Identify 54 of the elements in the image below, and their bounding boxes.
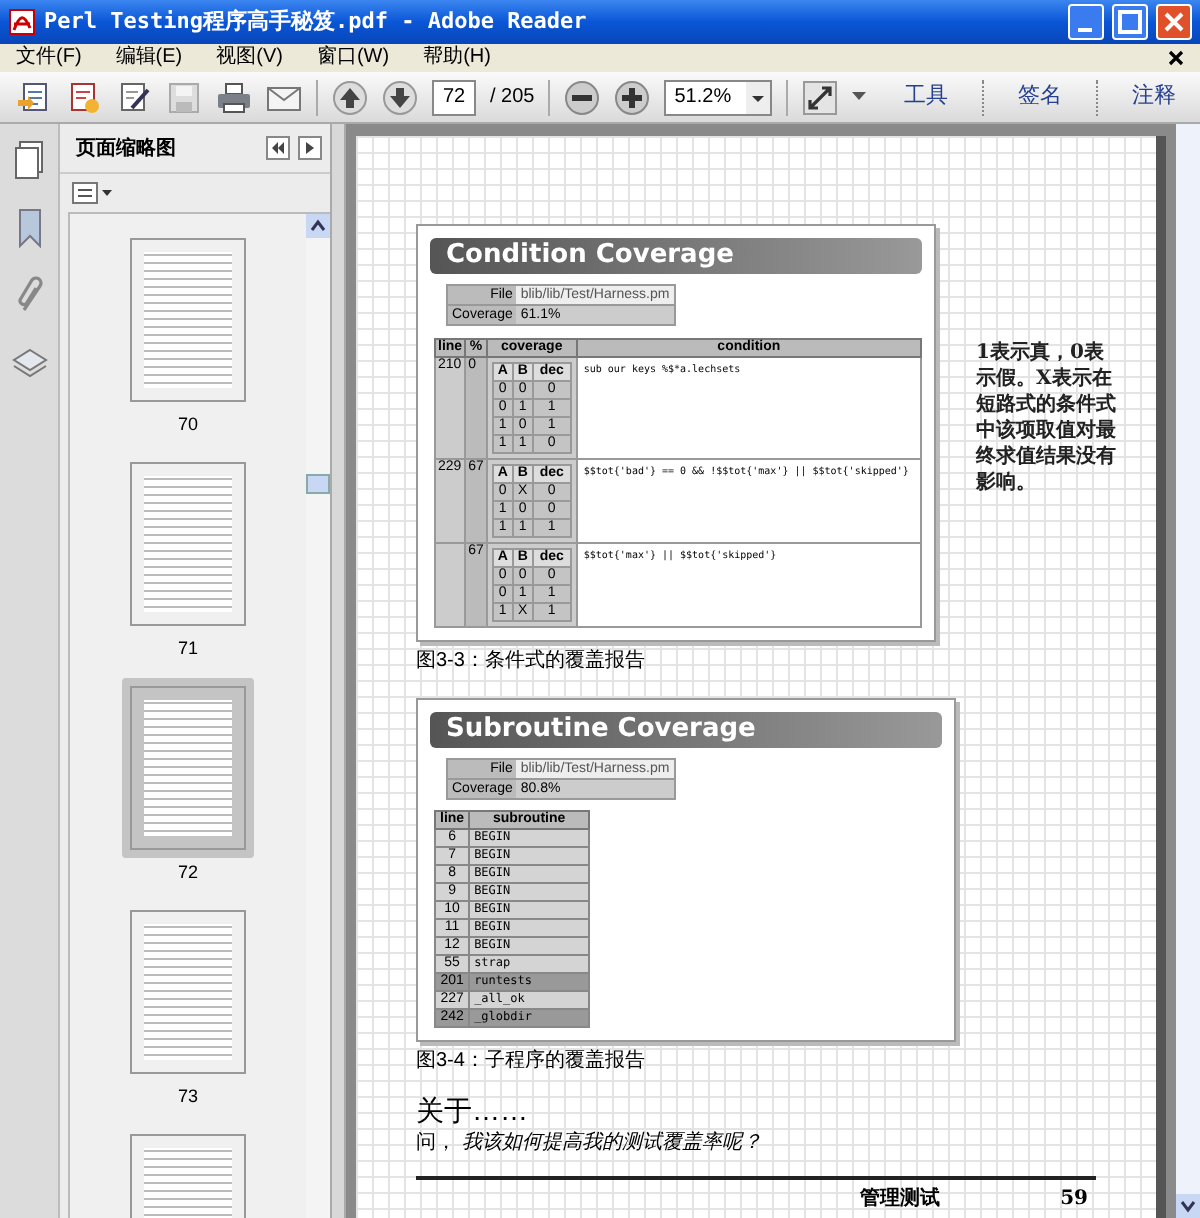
section-heading: 关于…… xyxy=(416,1094,530,1126)
panel-button[interactable]: 签名 xyxy=(1010,80,1070,114)
scrollbar[interactable] xyxy=(1176,124,1200,1218)
menu-item[interactable]: 视图(V) xyxy=(216,46,283,70)
figure-caption: 图3-3：条件式的覆盖报告 xyxy=(416,650,647,674)
panel-title: 页面缩略图 xyxy=(76,135,178,163)
save-icon[interactable] xyxy=(166,79,202,115)
open-document-icon[interactable] xyxy=(16,79,52,115)
page-number-field[interactable]: 72 xyxy=(432,79,476,115)
scroll-down-icon[interactable] xyxy=(1176,1194,1200,1218)
thumbnail-label: 71 xyxy=(177,636,198,662)
print-icon[interactable] xyxy=(216,79,252,115)
window-title: Perl Testing程序高手秘笈.pdf - Adobe Reader xyxy=(44,5,589,38)
page-thumbnails-icon[interactable] xyxy=(11,140,47,180)
next-page-icon[interactable] xyxy=(382,79,418,115)
zoom-out-icon[interactable] xyxy=(564,79,601,115)
paperclip-icon[interactable] xyxy=(13,276,45,316)
panel-button[interactable]: 注释 xyxy=(1124,80,1184,114)
scroll-thumb[interactable] xyxy=(306,474,330,494)
collapse-panel-icon[interactable] xyxy=(266,136,290,160)
scroll-up-icon[interactable] xyxy=(306,214,330,238)
caret-icon[interactable] xyxy=(102,189,112,197)
expand-arrows-icon[interactable] xyxy=(802,79,839,115)
menu-item[interactable]: 窗口(W) xyxy=(316,46,390,70)
thumbnail-label: 73 xyxy=(177,1084,198,1110)
report-title: Subroutine Coverage xyxy=(430,712,942,748)
create-pdf-icon[interactable] xyxy=(66,79,102,115)
bookmark-icon[interactable] xyxy=(15,208,43,248)
zoom-in-icon[interactable] xyxy=(614,79,651,115)
pdf-app-icon xyxy=(8,8,36,36)
panel-button[interactable]: 工具 xyxy=(896,80,956,114)
report-title: Condition Coverage xyxy=(430,238,922,274)
zoom-field[interactable]: 51.2% xyxy=(664,79,773,115)
table-cell xyxy=(435,543,466,627)
page-number: 59 xyxy=(1060,1186,1088,1214)
edit-document-icon[interactable] xyxy=(116,79,152,115)
page-count: / 205 xyxy=(490,84,535,112)
previous-page-icon[interactable] xyxy=(332,79,368,115)
dropdown-caret-icon[interactable] xyxy=(746,81,771,113)
footer-chapter: 管理测试 xyxy=(860,1185,941,1214)
close-document-icon[interactable] xyxy=(1168,50,1184,66)
thumbnail-label: 72 xyxy=(177,860,198,886)
scrollbar[interactable] xyxy=(306,214,330,1218)
menu-item[interactable]: 帮助(H) xyxy=(423,46,491,70)
thumbnail-label: 70 xyxy=(177,412,198,438)
options-icon[interactable] xyxy=(72,182,98,204)
margin-note: 1表示真，0表示假。X表示在短路式的条件式中该项取值对最终求值结果没有影响。 xyxy=(976,340,1118,496)
caret-icon[interactable] xyxy=(852,92,867,102)
figure-caption: 图3-4：子程序的覆盖报告 xyxy=(416,1050,647,1074)
question-text: 问， 我该如何提高我的测试覆盖率呢？ xyxy=(416,1132,765,1156)
menu-item[interactable]: 编辑(E) xyxy=(115,46,183,70)
menu-item[interactable]: 文件(F) xyxy=(16,46,82,70)
layers-icon[interactable] xyxy=(11,344,47,380)
expand-panel-icon[interactable] xyxy=(298,136,322,160)
